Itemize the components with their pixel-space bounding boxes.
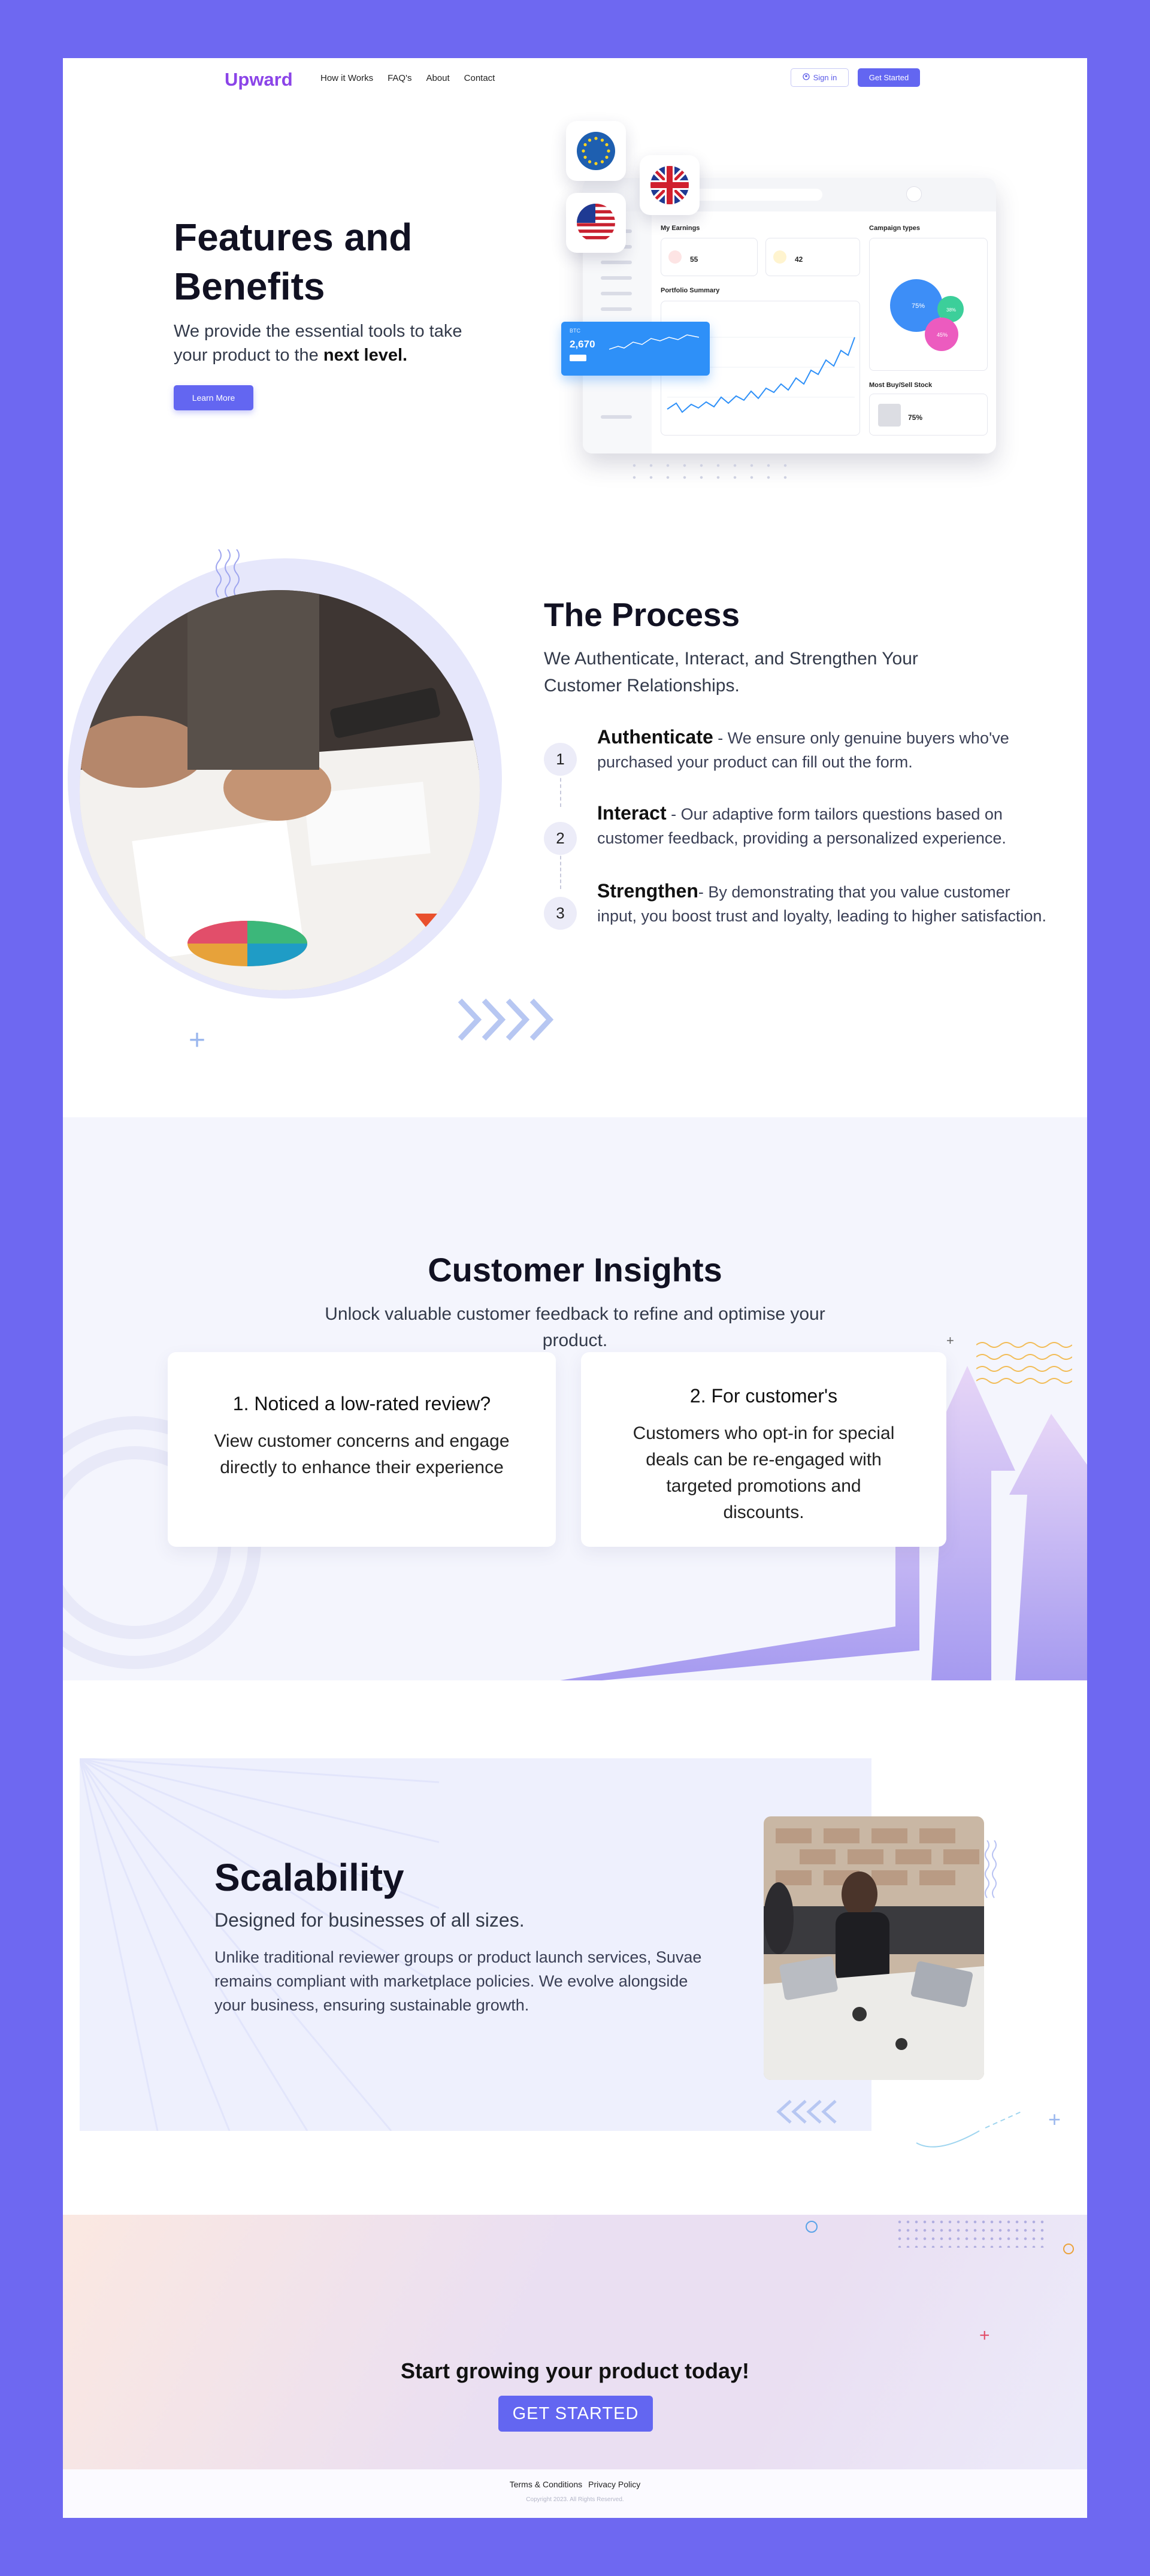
chevrons-decoration [458,998,554,1041]
scalability-title: Scalability [214,1856,404,1899]
step-1-title: Authenticate [597,726,713,748]
hero-subtitle: We provide the essential tools to take y… [174,319,485,367]
earnings-card-2: 42 [765,238,860,276]
sign-in-button[interactable]: Sign in [791,68,849,87]
get-started-cta-button[interactable]: GET STARTED [498,2396,653,2432]
privacy-link[interactable]: Privacy Policy [588,2480,640,2489]
tooltip-label: BTC [570,328,580,334]
chevrons-left-decoration [776,2100,837,2124]
scalability-body: Unlike traditional reviewer groups or pr… [214,1948,702,2014]
nav-links: How it Works FAQ's About Contact [320,73,495,83]
learn-more-button[interactable]: Learn More [174,385,253,410]
my-earnings-label: My Earnings [661,225,700,232]
footer [63,2469,1087,2518]
bell-icon [906,186,922,202]
insight-card-1-title: 1. Noticed a low-rated review? [232,1393,491,1414]
nav-link-contact[interactable]: Contact [464,73,495,83]
hero-title: Features and Benefits [174,216,413,308]
insights-title: Customer Insights [428,1251,722,1289]
step-2-title: Interact [597,802,667,824]
cta-title: Start growing your product today! [401,2359,749,2383]
insights-subtitle: Unlock valuable customer feedback to ref… [63,1301,1087,1354]
process-title: The Process [544,596,740,633]
stock-card: 75% [869,394,988,436]
process-photo [80,590,480,990]
earnings-icon-2 [773,250,786,264]
earnings-value-2: 42 [795,255,803,264]
nav-link-about[interactable]: About [426,73,449,83]
insight-card-2-text: Customers who opt-in for special deals c… [632,1423,895,1522]
step-2: Interact - Our adaptive form tailors que… [597,801,1052,850]
ray-decoration [80,1758,440,2131]
stock-value: 75% [908,413,923,422]
scalability-subtitle: Designed for businesses of all sizes. [214,1909,525,1931]
wave-right-decoration [985,1840,997,1898]
insight-card-2: 2. For customer's Customers who opt-in f… [581,1352,946,1547]
step-number-1: 1 [544,743,577,776]
campaign-card: 75% 38% 45% [869,238,988,371]
circle-decoration-orange [1063,2244,1074,2254]
pie-label-3: 45% [937,332,948,338]
step-number-2: 2 [544,822,577,855]
get-started-nav-button[interactable]: Get Started [858,68,920,87]
uk-flag-icon [640,155,700,215]
nav-link-how-it-works[interactable]: How it Works [320,73,373,83]
step-3-title: Strengthen [597,880,698,902]
copyright: Copyright 2023. All Rights Reserved. [526,2496,624,2503]
step-number-3: 3 [544,897,577,930]
pie-label-2: 38% [946,307,956,313]
tooltip-sparkline [609,334,699,350]
earnings-value-1: 55 [690,255,698,264]
dashboard-search [691,189,822,201]
plus-right-decoration: + [1048,2107,1061,2131]
earnings-card-1: 55 [661,238,758,276]
portfolio-label: Portfolio Summary [661,287,720,294]
eu-flag-icon [566,121,626,181]
earnings-icon [668,250,682,264]
dashboard-illustration: My Earnings 55 42 Portfolio Summary Camp… [583,178,996,453]
circle-decoration [806,2221,818,2233]
plus-pink-decoration: + [979,2326,990,2345]
tooltip-badge [570,355,586,361]
terms-link[interactable]: Terms & Conditions [510,2480,582,2489]
insight-card-2-title: 2. For customer's [689,1385,838,1407]
insight-card-1-text: View customer concerns and engage direct… [214,1431,510,1477]
insight-card-1: 1. Noticed a low-rated review? View cust… [168,1352,556,1547]
plus-decoration: + [189,1024,206,1056]
btc-tooltip: BTC 2,670 [561,322,710,376]
scalability-panel [80,1758,871,2131]
footer-links: Terms & Conditions Privacy Policy [63,2480,1087,2489]
hero-subtitle-bold: next level. [323,346,408,365]
wave-decoration [216,549,240,597]
campaign-label: Campaign types [869,225,920,232]
curve-decoration [916,2111,1022,2148]
process-subtitle: We Authenticate, Interact, and Strengthe… [544,649,918,696]
logo[interactable]: Upward [225,69,293,90]
top-nav: Upward How it Works FAQ's About Contact … [63,58,1087,100]
dot-grid-decoration [626,459,794,483]
step-3: Strengthen- By demonstrating that you va… [597,879,1052,928]
stock-label: Most Buy/Sell Stock [869,382,933,389]
campaign-bubbles: 75% 38% 45% [890,279,964,351]
us-flag-icon [566,193,626,253]
cta-dot-grid [895,2218,1045,2248]
pie-label-1: 75% [912,303,925,310]
page: Upward How it Works FAQ's About Contact … [63,58,1087,2518]
user-icon [802,73,810,82]
insights-subtitle-text: Unlock valuable customer feedback to ref… [325,1304,825,1350]
nav-link-faqs[interactable]: FAQ's [388,73,411,83]
hero-subtitle-text: We provide the essential tools to take y… [174,322,462,365]
scalability-photo [764,1816,984,2080]
sign-in-label: Sign in [813,73,837,82]
stock-thumbnail [878,404,901,427]
step-1: Authenticate - We ensure only genuine bu… [597,725,1052,774]
tooltip-value: 2,670 [570,338,595,350]
